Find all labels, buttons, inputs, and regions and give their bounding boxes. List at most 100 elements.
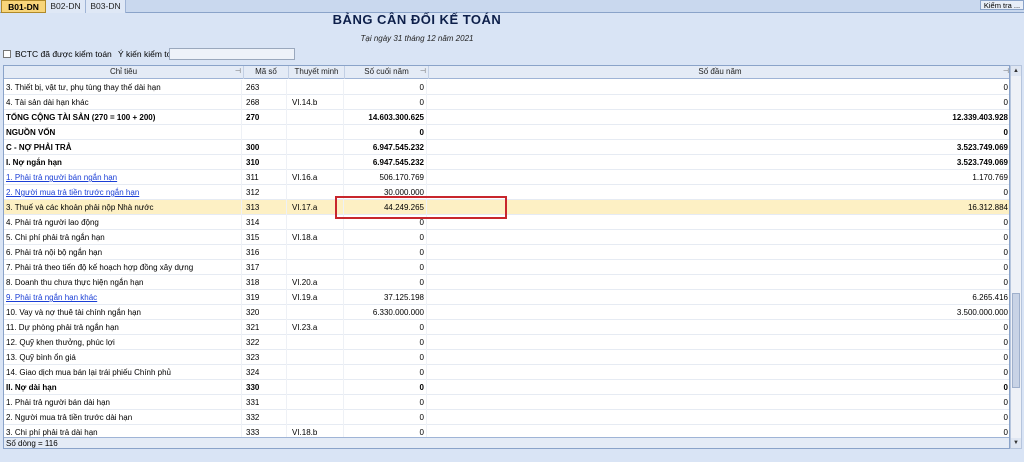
row-begin-value-cell: 3.500.000.000: [429, 305, 1009, 320]
row-end-value-cell: 0: [345, 365, 427, 380]
row-begin-value-cell: 16.312.884: [429, 200, 1009, 215]
row-end-value-cell: 0: [345, 125, 427, 140]
row-note-cell: [289, 395, 344, 410]
row-begin-value-cell: 3.523.749.069: [429, 155, 1009, 170]
table-row[interactable]: 4. Tài sản dài hạn khác 268 VI.14.b 0 0: [4, 95, 1009, 110]
row-code-cell: 330: [244, 380, 287, 395]
column-header-note-label: Thuyết minh: [294, 67, 339, 76]
audited-checkbox[interactable]: [3, 50, 11, 58]
table-row[interactable]: 7. Phải trả theo tiến độ kế hoạch hợp đồ…: [4, 260, 1009, 275]
row-name-cell: 7. Phải trả theo tiến độ kế hoạch hợp đồ…: [6, 260, 242, 275]
row-note-cell: [289, 155, 344, 170]
table-row[interactable]: II. Nợ dài hạn 330 0 0: [4, 380, 1009, 395]
row-end-value-cell: 0: [345, 245, 427, 260]
row-begin-value-cell: 0: [429, 230, 1009, 245]
row-begin-value-cell: 0: [429, 260, 1009, 275]
table-row[interactable]: 11. Dự phòng phải trả ngắn hạn 321 VI.23.a…: [4, 320, 1009, 335]
table-row[interactable]: 2. Người mua trả tiền trước ngắn hạn 312 3…: [4, 185, 1009, 200]
column-header-end[interactable]: Số cuối năm ⊣: [345, 66, 429, 79]
row-note-cell: [289, 125, 344, 140]
row-end-value-cell: 0: [345, 335, 427, 350]
row-note-cell: VI.14.b: [289, 95, 344, 110]
table-row[interactable]: 1. Phải trả người bán ngắn hạn 311 VI.16.a…: [4, 170, 1009, 185]
scrollbar-thumb[interactable]: [1012, 293, 1020, 388]
row-end-value-cell: 0: [345, 80, 427, 95]
row-note-cell: VI.16.a: [289, 170, 344, 185]
row-name-cell: 3. Thiết bị, vật tư, phụ tùng thay thế d…: [6, 80, 242, 95]
row-code-cell: 270: [244, 110, 287, 125]
row-code-cell: 318: [244, 275, 287, 290]
column-header-note[interactable]: Thuyết minh: [289, 66, 345, 79]
row-end-value-cell: 6.330.000.000: [345, 305, 427, 320]
column-header-code[interactable]: Mã số: [244, 66, 289, 79]
table-row[interactable]: 2. Người mua trả tiền trước dài hạn 332 0 0: [4, 410, 1009, 425]
row-begin-value-cell: 0: [429, 275, 1009, 290]
table-row[interactable]: TỔNG CỘNG TÀI SẢN (270 = 100 + 200) 270 14…: [4, 110, 1009, 125]
table-row[interactable]: 12. Quỹ khen thưởng, phúc lợi 322 0 0: [4, 335, 1009, 350]
table-row[interactable]: 9. Phải trả ngắn hạn khác 319 VI.19.a 37.12…: [4, 290, 1009, 305]
pin-icon[interactable]: ⊣: [235, 66, 241, 78]
row-code-cell: 300: [244, 140, 287, 155]
table-row[interactable]: 6. Phải trả nội bộ ngắn hạn 316 0 0: [4, 245, 1009, 260]
row-end-value-cell: 44.249.265: [345, 200, 427, 215]
row-name-cell: 10. Vay và nợ thuê tài chính ngắn hạn: [6, 305, 242, 320]
row-link[interactable]: 2. Người mua trả tiền trước ngắn hạn: [6, 188, 139, 197]
report-date: Tại ngày 31 tháng 12 năm 2021: [360, 34, 474, 43]
table-row[interactable]: 4. Phải trả người lao động 314 0 0: [4, 215, 1009, 230]
row-link[interactable]: 9. Phải trả ngắn hạn khác: [6, 293, 97, 302]
row-begin-value-cell: 0: [429, 410, 1009, 425]
table-row[interactable]: 1. Phải trả người bán dài hạn 331 0 0: [4, 395, 1009, 410]
scroll-up-icon[interactable]: ▲: [1011, 66, 1021, 76]
row-note-cell: [289, 80, 344, 95]
row-name-cell[interactable]: 2. Người mua trả tiền trước ngắn hạn: [6, 185, 242, 200]
row-code-cell: 310: [244, 155, 287, 170]
row-name-cell: C - NỢ PHẢI TRẢ: [6, 140, 242, 155]
row-code-cell: 312: [244, 185, 287, 200]
table-row[interactable]: 5. Chi phí phải trả ngắn hạn 315 VI.18.a 0 0: [4, 230, 1009, 245]
row-end-value-cell: 0: [345, 260, 427, 275]
table-row[interactable]: 3. Thuế và các khoản phải nộp Nhà nước 31…: [4, 200, 1009, 215]
row-name-cell: 6. Phải trả nội bộ ngắn hạn: [6, 245, 242, 260]
audited-checkbox-label: BCTC đã được kiểm toán: [15, 49, 112, 59]
row-link[interactable]: 1. Phải trả người bán ngắn hạn: [6, 173, 117, 182]
row-code-cell: 321: [244, 320, 287, 335]
table-row[interactable]: C - NỢ PHẢI TRẢ 300 6.947.545.232 3.523.749…: [4, 140, 1009, 155]
pin-icon[interactable]: ⊣: [1003, 66, 1009, 78]
table-row[interactable]: 14. Giao dịch mua bán lại trái phiếu Chí…: [4, 365, 1009, 380]
row-end-value-cell: 6.947.545.232: [345, 155, 427, 170]
row-begin-value-cell: 0: [429, 380, 1009, 395]
vertical-scrollbar[interactable]: ▲ ▼: [1010, 65, 1022, 449]
row-end-value-cell: 0: [345, 320, 427, 335]
row-code-cell: 311: [244, 170, 287, 185]
row-note-cell: [289, 365, 344, 380]
row-note-cell: [289, 335, 344, 350]
row-begin-value-cell: 0: [429, 395, 1009, 410]
audit-opinion-input[interactable]: [169, 48, 295, 60]
row-name-cell[interactable]: 1. Phải trả người bán ngắn hạn: [6, 170, 242, 185]
check-button[interactable]: Kiểm tra ...: [980, 0, 1024, 10]
row-end-value-cell: 0: [345, 410, 427, 425]
row-code-cell: 332: [244, 410, 287, 425]
row-name-cell: 4. Tài sản dài hạn khác: [6, 95, 242, 110]
table-row[interactable]: 8. Doanh thu chưa thực hiện ngắn hạn 318 V…: [4, 275, 1009, 290]
row-end-value-cell: 0: [345, 380, 427, 395]
row-end-value-cell: 37.125.198: [345, 290, 427, 305]
row-code-cell: 315: [244, 230, 287, 245]
column-header-begin[interactable]: Số đầu năm ⊣: [429, 66, 1009, 79]
table-row[interactable]: 3. Thiết bị, vật tư, phụ tùng thay thế d…: [4, 80, 1009, 95]
table-row[interactable]: 10. Vay và nợ thuê tài chính ngắn hạn 320…: [4, 305, 1009, 320]
row-end-value-cell: 30.000.000: [345, 185, 427, 200]
table-row[interactable]: I. Nợ ngắn hạn 310 6.947.545.232 3.523.749.…: [4, 155, 1009, 170]
column-header-name[interactable]: Chỉ tiêu ⊣: [4, 66, 244, 79]
row-name-cell[interactable]: 9. Phải trả ngắn hạn khác: [6, 290, 242, 305]
row-end-value-cell: 506.170.769: [345, 170, 427, 185]
table-row[interactable]: NGUỒN VỐN 0 0: [4, 125, 1009, 140]
row-begin-value-cell: 0: [429, 245, 1009, 260]
row-code-cell: [244, 125, 287, 140]
table-row[interactable]: 13. Quỹ bình ổn giá 323 0 0: [4, 350, 1009, 365]
pin-icon[interactable]: ⊣: [420, 66, 426, 78]
row-note-cell: VI.23.a: [289, 320, 344, 335]
scroll-down-icon[interactable]: ▼: [1011, 438, 1021, 448]
row-code-cell: 314: [244, 215, 287, 230]
row-begin-value-cell: 0: [429, 350, 1009, 365]
